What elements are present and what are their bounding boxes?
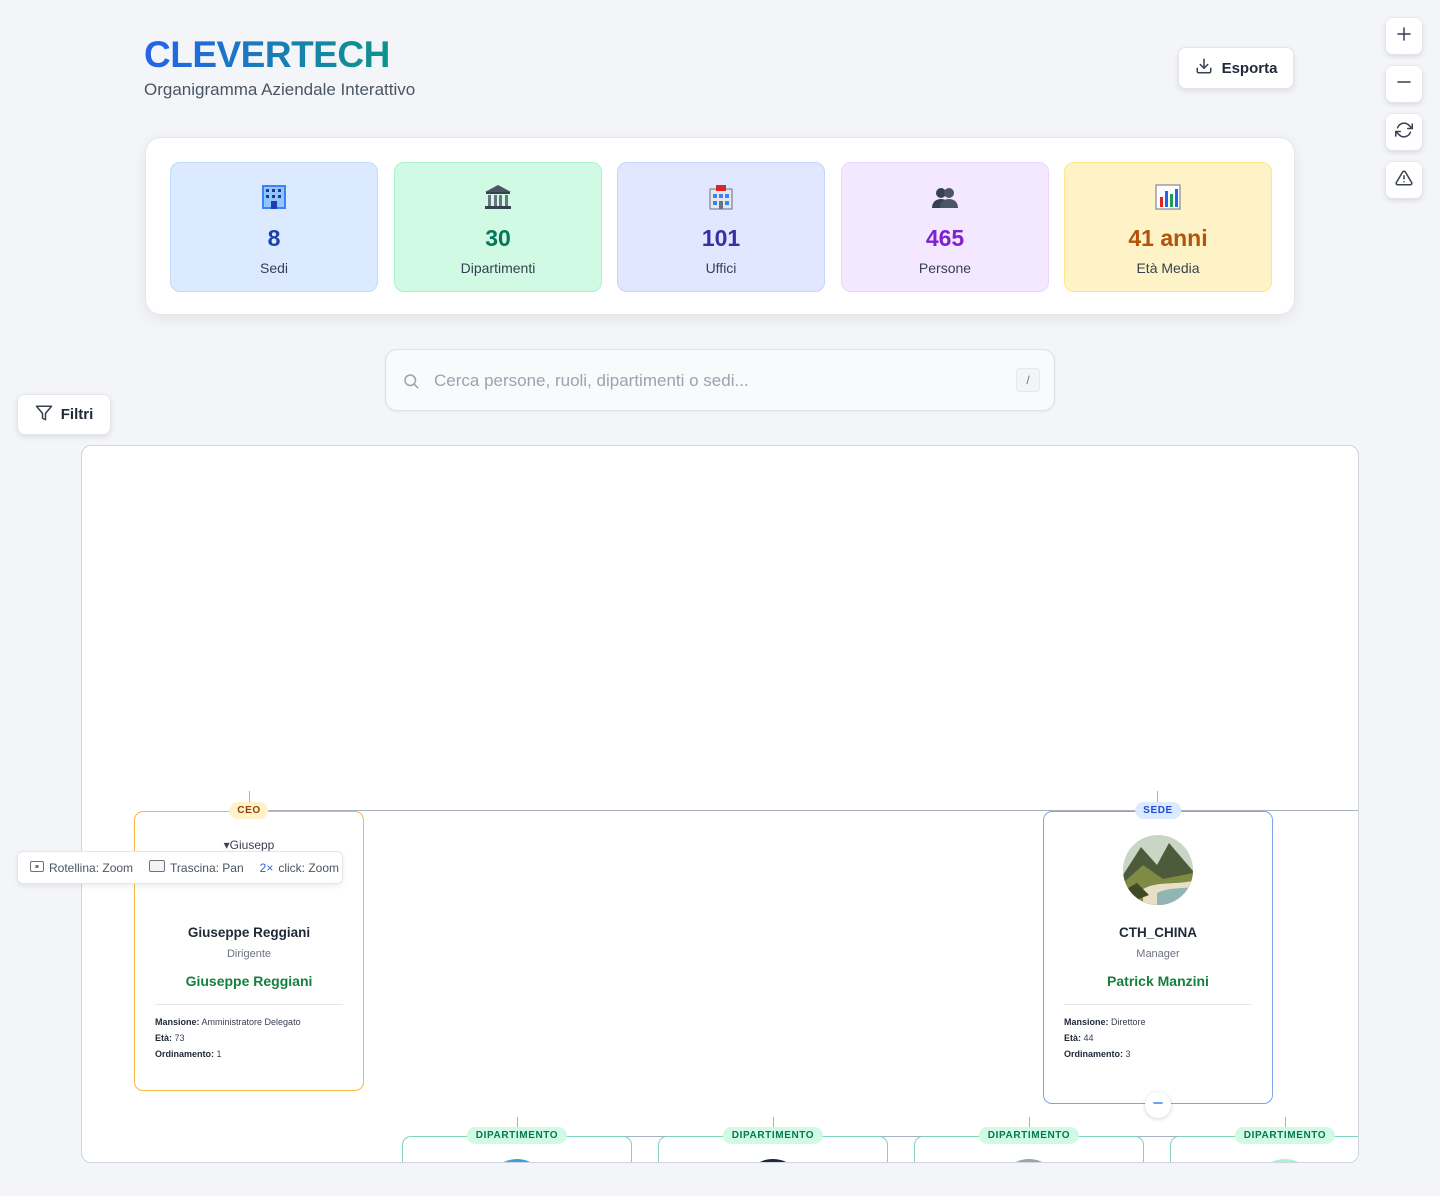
download-icon bbox=[1195, 57, 1213, 79]
stat-label: Sedi bbox=[259, 260, 289, 276]
hint-wheel: Rotellina: Zoom bbox=[30, 860, 134, 875]
building-icon bbox=[260, 183, 288, 211]
card-badge: DIPARTIMENTO bbox=[466, 1127, 568, 1144]
drag-icon bbox=[149, 860, 166, 875]
view-toolbar bbox=[1385, 17, 1423, 199]
search-icon bbox=[402, 372, 420, 395]
card-role: Dirigente bbox=[226, 948, 272, 960]
department-card[interactable]: DIPARTIMENTO bbox=[914, 1127, 1144, 1162]
brand-title: CLEVERTECH bbox=[144, 34, 390, 75]
department-card[interactable]: DIPARTIMENTO bbox=[402, 1127, 632, 1162]
minus-icon bbox=[1151, 1096, 1165, 1115]
reset-view-button[interactable] bbox=[1385, 113, 1423, 151]
filter-icon bbox=[35, 404, 53, 426]
zoom-out-button[interactable] bbox=[1385, 65, 1423, 103]
card-name: Giuseppe Reggiani bbox=[187, 925, 311, 940]
hint-text: Trascina: Pan bbox=[170, 860, 244, 875]
card-name: CTH_CHINA bbox=[1118, 925, 1197, 940]
stats-panel: 8 Sedi 30 Dipartimenti 101 Uffici 465 Pe… bbox=[145, 137, 1295, 315]
export-button[interactable]: Esporta bbox=[1178, 47, 1294, 89]
reset-icon bbox=[1395, 121, 1413, 144]
meta-label: Ordinamento: bbox=[155, 1049, 215, 1059]
card-manager[interactable]: Giuseppe Reggiani bbox=[135, 973, 363, 989]
department-card[interactable]: DIPARTIMENTO bbox=[1170, 1127, 1358, 1162]
hint-drag: Trascina: Pan bbox=[149, 860, 244, 875]
stat-label: Persone bbox=[918, 260, 972, 276]
zoom-in-icon bbox=[1395, 25, 1413, 48]
meta-value: Amministratore Delegato bbox=[201, 1017, 301, 1027]
card-role: Manager bbox=[1136, 948, 1180, 960]
avatar bbox=[999, 1159, 1059, 1162]
org-chart-canvas[interactable]: CEO ▾Giusepp Giuseppe Reggiani Dirigente… bbox=[81, 445, 1359, 1163]
export-label: Esporta bbox=[1221, 59, 1278, 77]
meta-value: 73 bbox=[174, 1033, 185, 1043]
hint-key: 2× bbox=[259, 860, 274, 875]
meta-value: 3 bbox=[1125, 1049, 1131, 1059]
zoom-in-button[interactable] bbox=[1385, 17, 1423, 55]
search-input[interactable] bbox=[434, 364, 994, 398]
stat-card-persone[interactable]: 465 Persone bbox=[841, 162, 1049, 292]
interaction-hints: Rotellina: Zoom Trascina: Pan 2× click: … bbox=[17, 851, 343, 884]
card-details: Mansione: Direttore Età: 44 Ordinamento:… bbox=[1064, 1014, 1146, 1062]
sede-card[interactable]: SEDE CTH_CHINA Manager Patrick Manzini M… bbox=[1043, 802, 1273, 1118]
stat-card-eta-media[interactable]: 41 anni Età Media bbox=[1064, 162, 1272, 292]
stat-label: Uffici bbox=[705, 260, 737, 276]
collapse-button[interactable] bbox=[1145, 1092, 1171, 1118]
avatar bbox=[1255, 1159, 1315, 1162]
meta-label: Età: bbox=[1064, 1033, 1082, 1043]
card-badge: DIPARTIMENTO bbox=[722, 1127, 824, 1144]
hint-text: Rotellina: Zoom bbox=[49, 860, 134, 875]
stat-label: Età Media bbox=[1136, 260, 1200, 276]
search-box: / bbox=[385, 349, 1055, 411]
meta-label: Ordinamento: bbox=[1064, 1049, 1124, 1059]
avatar bbox=[1123, 835, 1193, 905]
hint-double-click: 2× click: Zoom bbox=[260, 861, 339, 875]
meta-label: Mansione: bbox=[1064, 1017, 1109, 1027]
filter-label: Filtri bbox=[60, 406, 94, 423]
classical-building-icon bbox=[484, 183, 512, 211]
hint-text: click: Zoom bbox=[278, 860, 340, 875]
stat-value: 41 anni bbox=[1128, 225, 1208, 251]
landscape-photo-icon bbox=[1123, 835, 1193, 905]
stat-value: 8 bbox=[267, 225, 281, 251]
stat-label: Dipartimenti bbox=[460, 260, 536, 276]
filter-button[interactable]: Filtri bbox=[17, 394, 111, 435]
card-details: Mansione: Amministratore Delegato Età: 7… bbox=[155, 1014, 301, 1062]
avatar bbox=[743, 1159, 803, 1162]
brand-subtitle: Organigramma Aziendale Interattivo bbox=[144, 80, 416, 99]
people-icon bbox=[931, 183, 959, 211]
stat-value: 465 bbox=[925, 225, 965, 251]
card-badge: CEO bbox=[229, 802, 269, 819]
stat-card-uffici[interactable]: 101 Uffici bbox=[617, 162, 825, 292]
alert-button[interactable] bbox=[1385, 161, 1423, 199]
stat-value: 30 bbox=[485, 225, 511, 251]
chart-icon bbox=[1154, 183, 1182, 211]
meta-value: 44 bbox=[1083, 1033, 1094, 1043]
meta-value: Direttore bbox=[1111, 1017, 1146, 1027]
warning-icon bbox=[1395, 169, 1413, 192]
card-divider bbox=[155, 1004, 343, 1005]
mouse-wheel-icon bbox=[30, 860, 44, 875]
avatar: ▾Giusepp bbox=[224, 838, 275, 852]
meta-label: Mansione: bbox=[155, 1017, 200, 1027]
card-badge: DIPARTIMENTO bbox=[1234, 1127, 1336, 1144]
stat-value: 101 bbox=[701, 225, 741, 251]
search-shortcut-key: / bbox=[1016, 368, 1040, 392]
card-badge: SEDE bbox=[1135, 802, 1181, 819]
department-card[interactable]: DIPARTIMENTO bbox=[658, 1127, 888, 1162]
card-manager[interactable]: Patrick Manzini bbox=[1044, 973, 1272, 989]
card-divider bbox=[1064, 1004, 1252, 1005]
card-badge: DIPARTIMENTO bbox=[978, 1127, 1080, 1144]
meta-label: Età: bbox=[155, 1033, 173, 1043]
zoom-out-icon bbox=[1395, 73, 1413, 96]
stat-card-dipartimenti[interactable]: 30 Dipartimenti bbox=[394, 162, 602, 292]
avatar-alt-text: Giusepp bbox=[229, 838, 275, 852]
meta-value: 1 bbox=[216, 1049, 222, 1059]
office-icon bbox=[707, 183, 735, 211]
avatar bbox=[487, 1159, 547, 1162]
stat-card-sedi[interactable]: 8 Sedi bbox=[170, 162, 378, 292]
